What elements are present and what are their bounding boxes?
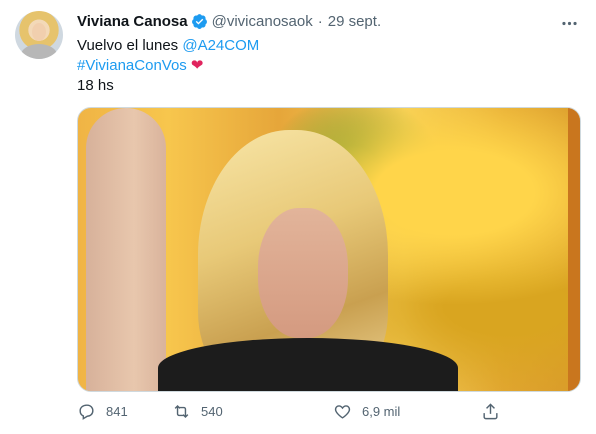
tweet-line-1: Vuelvo el lunes @A24COM: [77, 36, 259, 56]
reply-count: 841: [106, 404, 128, 419]
tweet-line-2: #VivianaConVos ❤: [77, 56, 259, 76]
like-button[interactable]: 6,9 mil: [333, 402, 400, 421]
reply-button[interactable]: 841: [77, 402, 128, 421]
image-arm: [86, 108, 166, 391]
verified-badge-icon: [191, 13, 208, 30]
heart-emoji: ❤: [190, 57, 204, 74]
image-clothing: [158, 338, 458, 391]
image-edge: [568, 108, 580, 391]
tweet-actions: 841 540 6,9 mil: [77, 398, 507, 426]
tweet-line-3: 18 hs: [77, 77, 114, 94]
line1-text: Vuelvo el lunes: [77, 37, 179, 54]
share-button[interactable]: [481, 402, 500, 421]
author-handle[interactable]: @vivicanosaok: [212, 13, 313, 30]
retweet-count: 540: [201, 404, 223, 419]
retweet-icon: [174, 404, 189, 419]
more-options-icon[interactable]: [559, 13, 579, 33]
retweet-button[interactable]: 540: [172, 402, 223, 421]
tweet-date[interactable]: 29 sept.: [328, 13, 381, 30]
reply-icon: [79, 404, 94, 420]
tweet-text: Vuelvo el lunes @A24COM #VivianaConVos ❤ …: [77, 36, 259, 96]
tweet-card[interactable]: Viviana Canosa @vivicanosaok · 29 sept. …: [0, 0, 596, 434]
avatar-face: [32, 23, 46, 41]
avatar-shoulders: [21, 44, 57, 59]
tweet-header: Viviana Canosa @vivicanosaok · 29 sept.: [77, 13, 381, 30]
like-heart-icon: [334, 405, 351, 419]
mention-link[interactable]: @A24COM: [182, 37, 259, 54]
like-count: 6,9 mil: [362, 404, 401, 419]
author-name[interactable]: Viviana Canosa: [77, 13, 188, 30]
hashtag-link[interactable]: #VivianaConVos: [77, 57, 187, 74]
header-separator: ·: [317, 13, 323, 30]
share-icon: [483, 403, 498, 420]
tweet-image[interactable]: [77, 107, 581, 392]
image-face: [258, 208, 348, 338]
avatar[interactable]: [15, 11, 63, 59]
